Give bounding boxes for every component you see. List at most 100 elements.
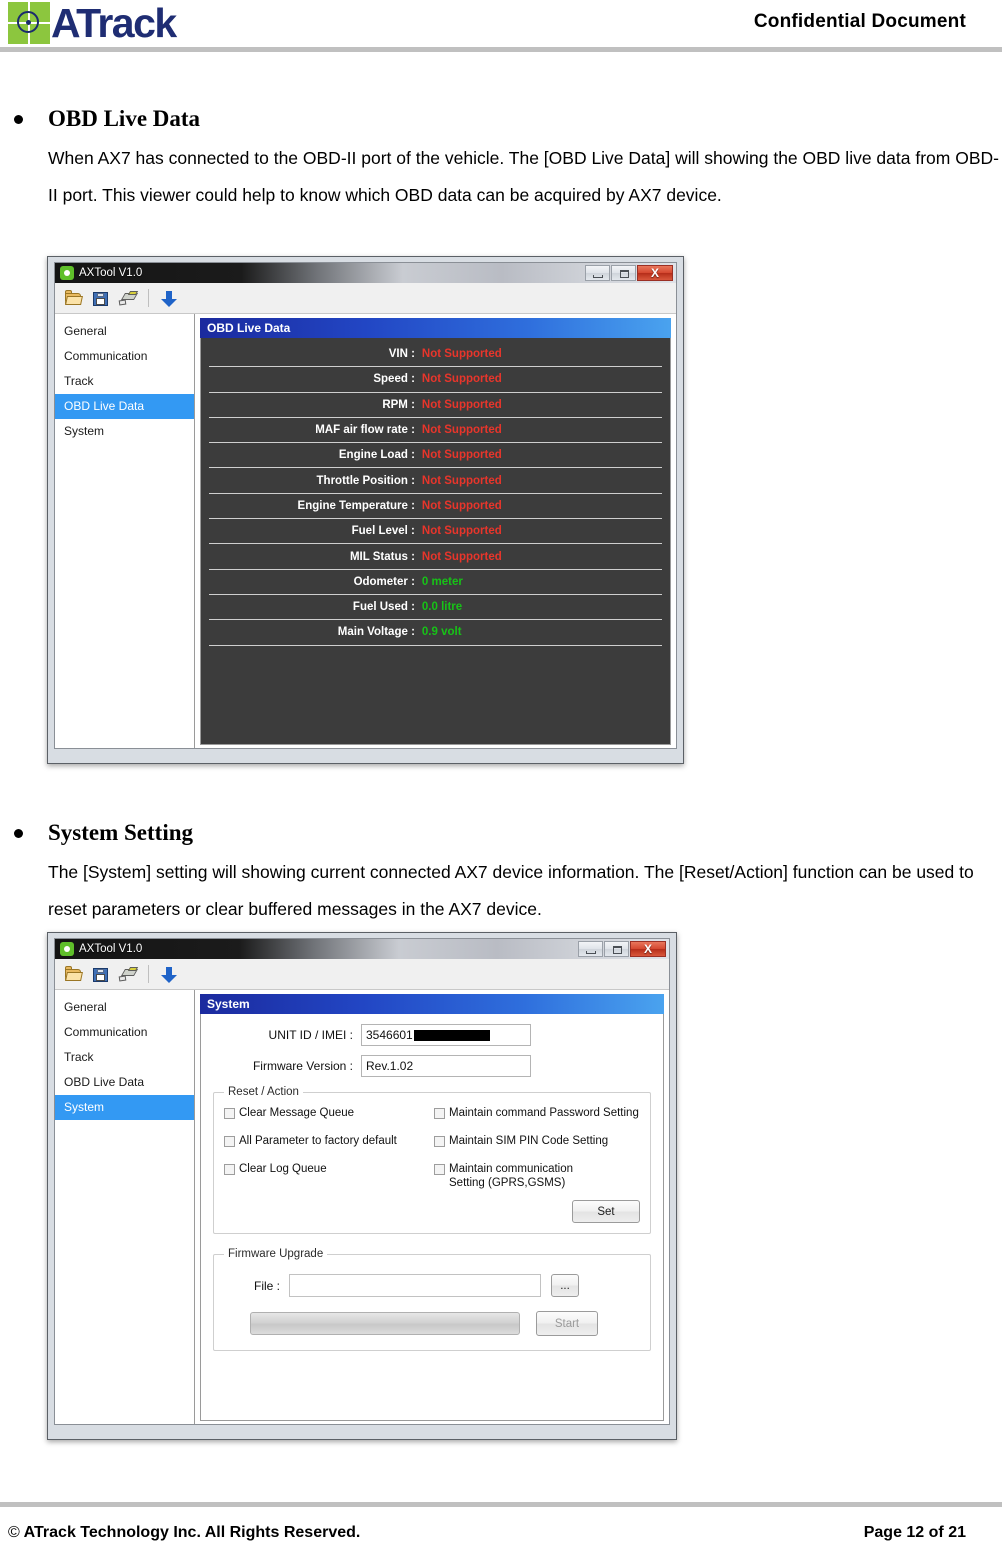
copyright-icon: ©: [8, 1524, 20, 1541]
firmware-version-field[interactable]: Rev.1.02: [361, 1055, 531, 1077]
obd-row: MIL Status : Not Supported: [209, 544, 662, 570]
bullet-icon: [14, 829, 23, 838]
minimize-button[interactable]: [585, 265, 610, 281]
obd-row: Speed : Not Supported: [209, 367, 662, 393]
checkbox-icon[interactable]: [224, 1108, 235, 1119]
checkbox-icon[interactable]: [434, 1164, 445, 1175]
system-settings-body: UNIT ID / IMEI : 3546601 Firmware Versio…: [200, 1014, 664, 1421]
app-toolbar[interactable]: [55, 283, 676, 313]
obd-value: 0.9 volt: [421, 626, 462, 639]
save-disk-icon[interactable]: [92, 290, 110, 307]
obd-row: Fuel Used : 0.0 litre: [209, 595, 662, 621]
browse-button[interactable]: ...: [551, 1274, 579, 1297]
obd-row: Fuel Level : Not Supported: [209, 519, 662, 545]
obd-value: Not Supported: [421, 424, 502, 437]
obd-label: Fuel Used :: [352, 601, 415, 614]
maximize-button[interactable]: [604, 941, 629, 957]
obd-value: Not Supported: [421, 474, 502, 487]
unit-id-field[interactable]: 3546601: [361, 1024, 531, 1046]
window-title: AXTool V1.0: [79, 267, 143, 279]
obd-label: Odometer :: [353, 575, 415, 588]
section-paragraph-obd: When AX7 has connected to the OBD-II por…: [48, 148, 999, 205]
obd-label: Engine Load :: [338, 449, 415, 462]
sidebar-item-system[interactable]: System: [55, 1095, 194, 1120]
checkbox-maintain-communication-setting[interactable]: Maintain communication Setting (GPRS,GSM…: [434, 1162, 640, 1190]
obd-value: Not Supported: [421, 449, 502, 462]
obd-value: Not Supported: [421, 550, 502, 563]
window-title: AXTool V1.0: [79, 943, 143, 955]
maximize-button[interactable]: [611, 265, 636, 281]
open-folder-icon[interactable]: [65, 965, 83, 983]
obd-row: Odometer : 0 meter: [209, 570, 662, 595]
close-button[interactable]: X: [637, 265, 673, 281]
file-label: File :: [253, 1278, 280, 1293]
file-path-input[interactable]: [289, 1274, 541, 1297]
checkbox-maintain-command-password-setting[interactable]: Maintain command Password Setting: [434, 1106, 640, 1120]
pen-icon[interactable]: [118, 290, 139, 307]
checkbox-clear-message-queue[interactable]: Clear Message Queue: [224, 1106, 434, 1120]
sidebar-item-track[interactable]: Track: [55, 1045, 194, 1070]
window-titlebar[interactable]: AXTool V1.0 X: [54, 938, 670, 959]
footer-copyright-text: ATrack Technology Inc. All Rights Reserv…: [23, 1524, 361, 1541]
checkbox-icon[interactable]: [434, 1136, 445, 1147]
app-toolbar[interactable]: [55, 959, 669, 989]
obd-value: Not Supported: [421, 525, 502, 538]
checkbox-icon[interactable]: [224, 1136, 235, 1147]
window-controls[interactable]: X: [578, 941, 666, 957]
checkbox-label: All Parameter to factory default: [239, 1135, 397, 1147]
section-heading-obd-live-data: OBD Live Data: [14, 106, 200, 132]
obd-label: Main Voltage :: [337, 626, 415, 639]
sidebar-nav[interactable]: General Communication Track OBD Live Dat…: [55, 990, 195, 1424]
atrack-logo: ATrack: [8, 0, 177, 46]
footer-divider: [0, 1502, 1002, 1507]
close-button[interactable]: X: [630, 941, 666, 957]
checkbox-label: Maintain SIM PIN Code Setting: [449, 1135, 609, 1147]
firmware-upgrade-legend: Firmware Upgrade: [228, 1248, 324, 1260]
gear-icon: [60, 266, 74, 280]
checkbox-all-parameter-factory-default[interactable]: All Parameter to factory default: [224, 1134, 434, 1148]
crosshair-target-icon: [8, 2, 50, 44]
checkbox-clear-log-queue[interactable]: Clear Log Queue: [224, 1162, 434, 1176]
obd-value: Not Supported: [421, 499, 502, 512]
obd-label: RPM :: [382, 398, 415, 411]
section-paragraph-system: The [System] setting will showing curren…: [48, 862, 974, 919]
minimize-button[interactable]: [578, 941, 603, 957]
axtool-window-obd[interactable]: AXTool V1.0 X General Communication Trac…: [47, 256, 684, 764]
save-disk-icon[interactable]: [92, 966, 110, 983]
sidebar-item-track[interactable]: Track: [55, 369, 194, 394]
download-arrow-icon[interactable]: [160, 290, 178, 307]
obd-label: Speed :: [373, 373, 415, 386]
sidebar-item-communication[interactable]: Communication: [55, 1020, 194, 1045]
panel-title: OBD Live Data: [200, 318, 671, 338]
sidebar-nav[interactable]: General Communication Track OBD Live Dat…: [55, 314, 195, 748]
confidential-label: Confidential Document: [753, 11, 966, 32]
window-controls[interactable]: X: [585, 265, 673, 281]
sidebar-item-communication[interactable]: Communication: [55, 344, 194, 369]
checkbox-maintain-sim-pin-code-setting[interactable]: Maintain SIM PIN Code Setting: [434, 1134, 640, 1148]
obd-row: Throttle Position : Not Supported: [209, 468, 662, 494]
sidebar-item-general[interactable]: General: [55, 995, 194, 1020]
start-button[interactable]: Start: [536, 1311, 598, 1336]
obd-value: Not Supported: [421, 348, 502, 361]
sidebar-item-obd-live-data[interactable]: OBD Live Data: [55, 394, 194, 419]
sidebar-item-general[interactable]: General: [55, 319, 194, 344]
download-arrow-icon[interactable]: [160, 966, 178, 983]
obd-row: Main Voltage : 0.9 volt: [209, 620, 662, 646]
sidebar-item-obd-live-data[interactable]: OBD Live Data: [55, 1070, 194, 1095]
firmware-upgrade-group: Firmware Upgrade File : ... Start: [213, 1248, 651, 1351]
unit-id-label: UNIT ID / IMEI :: [268, 1028, 353, 1042]
pen-icon[interactable]: [118, 966, 139, 983]
sidebar-item-system[interactable]: System: [55, 419, 194, 444]
obd-live-data-panel: OBD Live Data VIN : Not Supported Speed …: [195, 314, 676, 748]
checkbox-icon[interactable]: [224, 1164, 235, 1175]
checkbox-icon[interactable]: [434, 1108, 445, 1119]
obd-label: Throttle Position :: [316, 474, 415, 487]
set-button[interactable]: Set: [572, 1200, 640, 1223]
window-titlebar[interactable]: AXTool V1.0 X: [54, 262, 677, 283]
obd-label: Engine Temperature :: [297, 499, 415, 512]
open-folder-icon[interactable]: [65, 289, 83, 307]
axtool-window-system[interactable]: AXTool V1.0 X General Communication Trac…: [47, 932, 677, 1440]
logo-wordmark: ATrack: [51, 0, 177, 46]
firmware-version-label: Firmware Version :: [252, 1059, 353, 1073]
bullet-icon: [14, 115, 23, 124]
